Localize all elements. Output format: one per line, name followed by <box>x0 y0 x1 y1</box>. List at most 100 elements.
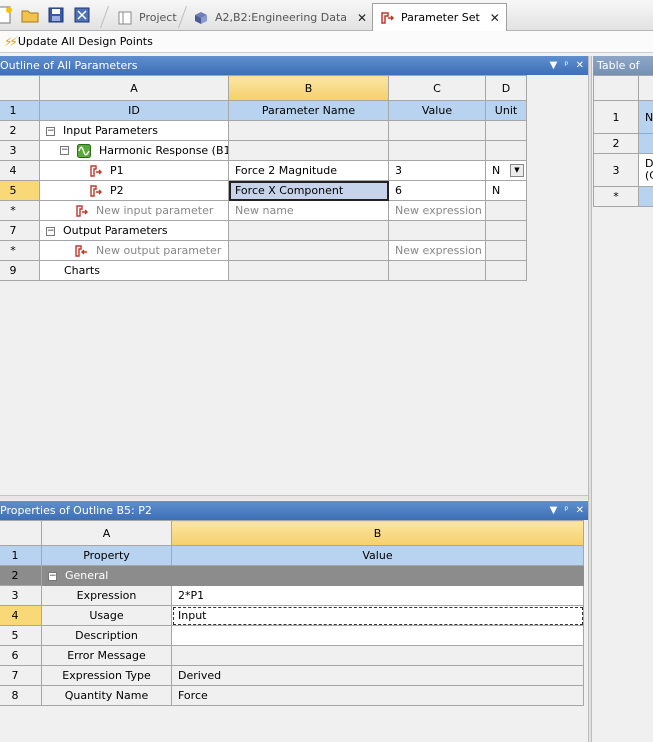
close-icon[interactable]: ✕ <box>490 11 500 25</box>
column-header-row: A B <box>0 520 584 546</box>
row-number[interactable]: 2 <box>0 120 40 141</box>
corner-cell[interactable] <box>0 75 40 101</box>
column-header-d[interactable]: D <box>485 75 527 101</box>
properties-grid: A B 1 Property Value 2 − General 3 Expres… <box>0 520 584 706</box>
save-icon[interactable] <box>46 5 66 25</box>
property-value-cell[interactable]: Input <box>171 605 584 626</box>
header-parameter-name: Parameter Name <box>228 100 389 121</box>
new-expression-cell[interactable]: New expression <box>388 200 486 221</box>
outline-grid: A B C D 1 ID Parameter Name Value Unit 2… <box>0 75 527 281</box>
row-number[interactable]: 1 <box>0 100 40 121</box>
empty-cell <box>228 220 389 241</box>
panel-dropdown-icon[interactable]: ▼ <box>550 501 558 520</box>
collapse-icon[interactable]: − <box>60 146 69 155</box>
row-number[interactable]: 8 <box>0 685 42 706</box>
new-name-cell[interactable]: New name <box>228 200 389 221</box>
table-row: 8 Quantity Name Force <box>0 685 584 706</box>
parameter-id-label: P2 <box>110 183 124 197</box>
table-row: * New input parameter New name New expre… <box>0 200 527 221</box>
table-row: 1 N <box>593 100 653 134</box>
table-cell <box>638 186 653 207</box>
new-input-parameter-cell[interactable]: New input parameter <box>39 200 229 221</box>
property-name-cell: Quantity Name <box>41 685 172 706</box>
collapse-icon[interactable]: − <box>48 571 57 581</box>
row-number[interactable]: 7 <box>0 220 40 241</box>
parameter-value-cell[interactable]: 6 <box>388 180 486 201</box>
property-value-cell[interactable] <box>171 625 584 646</box>
row-number[interactable]: 4 <box>0 605 42 626</box>
tab-engineering-data[interactable]: A2,B2:Engineering Data ✕ <box>186 4 374 31</box>
empty-cell <box>228 260 389 281</box>
open-folder-icon[interactable] <box>20 5 40 25</box>
row-number[interactable]: 4 <box>0 160 40 181</box>
property-value-cell[interactable]: 2*P1 <box>171 585 584 606</box>
row-number[interactable]: 5 <box>0 180 40 201</box>
input-parameters-cell[interactable]: − Input Parameters <box>39 120 229 141</box>
row-number[interactable]: 9 <box>0 260 40 281</box>
parameter-id-cell[interactable]: P2 <box>39 180 229 201</box>
close-icon[interactable]: ✕ <box>357 11 367 25</box>
parameter-unit-cell[interactable]: N ▼ <box>485 160 527 181</box>
new-output-parameter-cell[interactable]: New output parameter <box>39 240 229 261</box>
row-number[interactable]: 5 <box>0 625 42 646</box>
pin-icon[interactable]: ᵖ <box>564 56 568 75</box>
column-header-c[interactable]: C <box>388 75 486 101</box>
output-parameter-icon <box>74 244 88 258</box>
engineering-data-icon <box>193 10 209 26</box>
column-header-a[interactable]: A <box>41 520 172 546</box>
collapse-icon[interactable]: − <box>46 226 55 236</box>
column-header[interactable] <box>638 75 653 101</box>
new-expression-cell[interactable]: New expression <box>388 240 486 261</box>
horizontal-splitter[interactable] <box>0 495 588 500</box>
row-number[interactable]: * <box>0 240 40 261</box>
corner-cell[interactable] <box>593 75 639 101</box>
row-number[interactable]: 1 <box>0 545 42 566</box>
row-number[interactable]: 3 <box>0 140 40 161</box>
update-all-design-points-button[interactable]: ⚡⚡ Update All Design Points <box>4 35 153 49</box>
panel-dropdown-icon[interactable]: ▼ <box>550 56 558 75</box>
outline-panel-title: Outline of All Parameters <box>0 59 138 72</box>
new-output-parameter-label: New output parameter <box>96 243 222 257</box>
tab-project[interactable]: Project <box>110 4 184 31</box>
general-group-cell[interactable]: − General <box>41 565 584 586</box>
parameter-id-cell[interactable]: P1 <box>39 160 229 181</box>
charts-cell[interactable]: Charts <box>39 260 229 281</box>
row-number[interactable]: 2 <box>0 565 42 586</box>
column-header-row <box>593 75 653 101</box>
row-number[interactable]: * <box>0 200 40 221</box>
row-number[interactable]: 6 <box>0 645 42 666</box>
row-number[interactable]: 2 <box>593 133 639 154</box>
table-row: 7 − Output Parameters <box>0 220 527 241</box>
row-number[interactable]: 3 <box>0 585 42 606</box>
save-as-icon[interactable] <box>72 5 92 25</box>
tab-parameter-set[interactable]: Parameter Set ✕ <box>372 3 507 31</box>
row-number[interactable]: * <box>593 186 639 207</box>
row-number[interactable]: 3 <box>593 153 639 187</box>
collapse-icon[interactable]: − <box>46 126 55 136</box>
column-header-a[interactable]: A <box>39 75 229 101</box>
column-header-b[interactable]: B <box>171 520 584 546</box>
close-icon[interactable]: ✕ <box>576 501 584 520</box>
harmonic-response-cell[interactable]: − Harmonic Response (B1) <box>39 140 229 161</box>
tab-parameter-set-label: Parameter Set <box>401 11 480 24</box>
parameter-name-cell[interactable]: Force X Component <box>228 180 389 201</box>
parameter-name-cell[interactable]: Force 2 Magnitude <box>228 160 389 181</box>
close-icon[interactable]: ✕ <box>576 56 584 75</box>
outline-panel-header: Outline of All Parameters ▼ ᵖ ✕ <box>0 56 588 75</box>
chevron-down-icon[interactable]: ▼ <box>510 164 524 177</box>
new-file-icon[interactable] <box>0 5 14 25</box>
vertical-splitter[interactable] <box>588 56 592 742</box>
row-number[interactable]: 1 <box>593 100 639 134</box>
parameter-id-label: P1 <box>110 163 124 177</box>
harmonic-response-label: Harmonic Response (B1) <box>99 143 229 157</box>
corner-cell[interactable] <box>0 520 42 546</box>
column-header-b[interactable]: B <box>228 75 389 101</box>
output-parameters-cell[interactable]: − Output Parameters <box>39 220 229 241</box>
pin-icon[interactable]: ᵖ <box>564 501 568 520</box>
input-parameter-icon <box>74 204 88 218</box>
row-number[interactable]: 7 <box>0 665 42 686</box>
parameter-value-cell[interactable]: 3 <box>388 160 486 181</box>
parameter-unit-cell[interactable]: N <box>485 180 527 201</box>
property-value-cell: Derived <box>171 665 584 686</box>
input-parameter-icon <box>88 184 102 198</box>
